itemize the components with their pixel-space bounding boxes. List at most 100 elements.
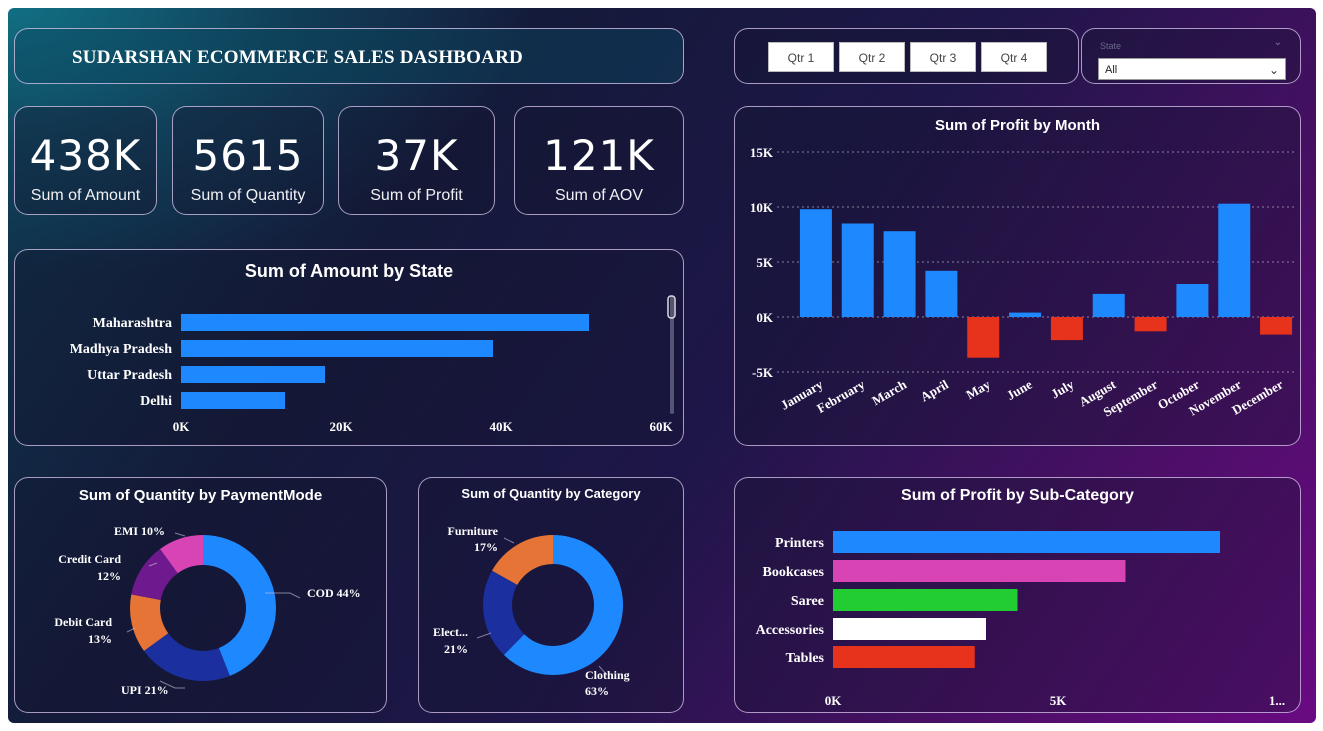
qtr-3-button[interactable]: Qtr 3: [910, 42, 976, 72]
quantity-by-category-chart[interactable]: Sum of Quantity by Category Clothing 63% E…: [418, 477, 684, 713]
bar: [181, 366, 325, 383]
slice-pct: 12%: [97, 569, 121, 583]
bar: [1260, 317, 1293, 335]
y-tick-label: Maharashtra: [93, 316, 172, 331]
y-tick-label: Printers: [775, 536, 825, 551]
x-tick-label: 0K: [173, 419, 191, 434]
slice-label: UPI 21%: [121, 683, 169, 697]
leader-line: [503, 537, 515, 544]
kpi-value: 121K: [543, 131, 655, 180]
amount-by-state-svg: Maharashtra Madhya Pradesh Uttar Pradesh De…: [70, 295, 676, 434]
bar: [1134, 317, 1167, 332]
bar: [833, 589, 1018, 611]
slice-label: COD 44%: [307, 586, 361, 600]
y-tick-label: Bookcases: [763, 565, 825, 580]
kpi-card-quantity: 5615 Sum of Quantity: [172, 106, 324, 215]
x-tick-label: May: [963, 376, 993, 402]
kpi-label: Sum of Quantity: [190, 187, 306, 204]
kpi-label: Sum of Amount: [30, 187, 141, 204]
slice-pct: 21%: [444, 642, 468, 656]
dashboard-canvas: SUDARSHAN ECOMMERCE SALES DASHBOARD Qtr …: [8, 8, 1316, 723]
profit-by-month-svg: -5K0K5K10K15KJanuaryFebruary March April Ma…: [750, 145, 1297, 420]
quantity-by-paymentmode-chart[interactable]: Sum of Quantity by PaymentMode COD 44% UP…: [14, 477, 387, 713]
bar: [181, 314, 589, 331]
x-tick-label: 0K: [825, 693, 843, 708]
slice-pct: 17%: [474, 540, 498, 554]
bar: [799, 209, 832, 317]
x-tick-label: 20K: [329, 419, 353, 434]
bar: [883, 231, 916, 317]
y-tick-label: 0K: [756, 310, 774, 325]
bar: [181, 392, 285, 409]
profit-by-month-chart[interactable]: Sum of Profit by Month -5K 0K 5K 10K 15K Janu…: [734, 106, 1301, 446]
collapse-chevron-icon[interactable]: ⌄: [1274, 37, 1282, 48]
y-tick-label: -5K: [752, 365, 774, 380]
x-tick-label: 40K: [489, 419, 513, 434]
qtr-4-button[interactable]: Qtr 4: [981, 42, 1047, 72]
bar: [1009, 312, 1042, 317]
x-tick-label: March: [869, 376, 909, 408]
bar: [1092, 293, 1125, 317]
kpi-label: Sum of AOV: [554, 187, 644, 204]
state-dropdown[interactable]: All ⌄: [1098, 58, 1286, 80]
bar: [925, 270, 958, 317]
slice-label: Furniture: [448, 524, 499, 538]
bar: [833, 531, 1220, 553]
scrollbar-track: [670, 296, 674, 414]
dashboard-title: SUDARSHAN ECOMMERCE SALES DASHBOARD: [72, 47, 523, 68]
qtr-2-button[interactable]: Qtr 2: [839, 42, 905, 72]
slice-pct: 13%: [88, 632, 112, 646]
y-tick-label: 15K: [750, 145, 774, 160]
y-tick-label: Delhi: [140, 394, 172, 409]
y-tick-label: 5K: [756, 255, 774, 270]
y-tick-label: Uttar Pradesh: [87, 368, 172, 383]
x-tick-label: June: [1004, 376, 1035, 402]
quantity-by-category-svg: Clothing 63% Elect... 21% Furniture 17%: [433, 524, 630, 698]
bar: [833, 646, 975, 668]
x-tick-label: July: [1048, 376, 1077, 401]
state-slicer-label: State: [1100, 41, 1122, 51]
slice-label: Elect...: [433, 625, 468, 639]
x-tick-label: 60K: [649, 419, 673, 434]
qtr-1-button[interactable]: Qtr 1: [768, 42, 834, 72]
kpi-value: 438K: [29, 131, 142, 180]
profit-by-subcategory-chart[interactable]: Sum of Profit by Sub-Category Printers Bo…: [734, 477, 1301, 713]
kpi-value: 37K: [374, 131, 459, 180]
kpi-card-profit: 37K Sum of Profit: [338, 106, 495, 215]
chevron-down-icon: ⌄: [1268, 63, 1279, 77]
x-tick-label: 1...: [1269, 693, 1285, 708]
kpi-value: 5615: [192, 131, 304, 180]
leader-line: [174, 532, 186, 537]
profit-by-subcategory-svg: Printers Bookcases Saree Accessories Tables 0…: [756, 531, 1285, 708]
bar: [181, 340, 493, 357]
bar: [967, 317, 1000, 358]
y-tick-label: 10K: [750, 200, 774, 215]
y-tick-label: Accessories: [756, 623, 825, 638]
kpi-card-aov: 121K Sum of AOV: [514, 106, 684, 215]
amount-by-state-chart[interactable]: Sum of Amount by State Maharashtra Madhya…: [14, 249, 684, 446]
y-tick-label: Tables: [786, 651, 825, 666]
kpi-label: Sum of Profit: [370, 187, 463, 204]
bar: [1176, 284, 1209, 317]
leader-line: [476, 632, 492, 639]
slice-label: EMI 10%: [114, 524, 165, 538]
y-tick-label: Madhya Pradesh: [70, 342, 173, 357]
slice-pct: 63%: [585, 684, 609, 698]
bar: [833, 618, 986, 640]
bar: [1050, 317, 1083, 341]
y-tick-label: Saree: [791, 594, 824, 609]
slice-label: Credit Card: [58, 552, 121, 566]
bar: [833, 560, 1126, 582]
kpi-card-amount: 438K Sum of Amount: [14, 106, 157, 215]
state-dropdown-value: All: [1105, 64, 1118, 76]
x-tick-label: April: [918, 376, 951, 404]
quantity-by-paymentmode-svg: COD 44% UPI 21% Debit Card 13% Credit Card 12…: [54, 524, 361, 697]
state-slicer: State ⌄ All ⌄: [1081, 28, 1301, 84]
x-tick-label: 5K: [1050, 693, 1068, 708]
bar: [1218, 203, 1251, 317]
bar: [841, 223, 874, 317]
slice-label: Debit Card: [54, 615, 112, 629]
title-panel: SUDARSHAN ECOMMERCE SALES DASHBOARD: [14, 28, 684, 84]
x-tick-label: February: [814, 376, 868, 416]
quarter-slicer: Qtr 1 Qtr 2 Qtr 3 Qtr 4: [734, 28, 1079, 84]
